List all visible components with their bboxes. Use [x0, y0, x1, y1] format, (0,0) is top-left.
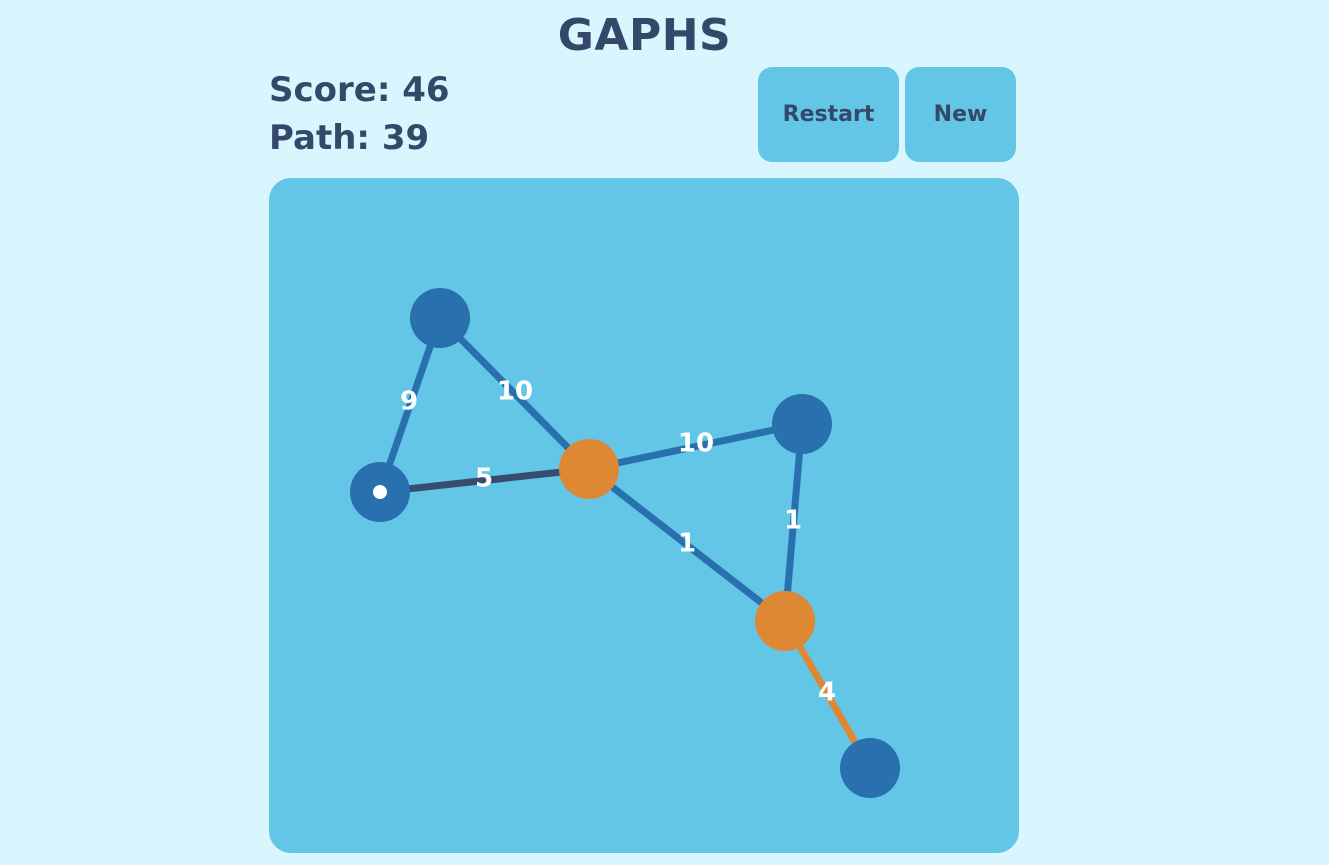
node-circle[interactable] [755, 591, 815, 651]
edge-weight-label: 1 [784, 506, 802, 536]
node-circle[interactable] [772, 394, 832, 454]
edge-weight-label: 4 [818, 678, 836, 708]
graph-node-n4[interactable] [772, 394, 832, 454]
graph-node-n6[interactable] [840, 738, 900, 798]
restart-button[interactable]: Restart [758, 67, 899, 162]
edge-weight-label: 10 [497, 377, 533, 407]
graph-node-n3[interactable] [559, 439, 619, 499]
edge-weight-label: 9 [400, 387, 418, 417]
graph-node-n2[interactable] [350, 462, 410, 522]
graph-node-n5[interactable] [755, 591, 815, 651]
path-display: Path: 39 [269, 118, 430, 158]
game-title: GAPHS [557, 10, 732, 61]
game-board: 9 10 5 10 1 1 4 [269, 178, 1019, 853]
node-circle[interactable] [410, 288, 470, 348]
node-circle[interactable] [840, 738, 900, 798]
edge-weight-label: 1 [678, 529, 696, 559]
score-display: Score: 46 [269, 70, 450, 110]
graph-canvas: 9 10 5 10 1 1 4 [350, 288, 900, 798]
current-position-marker [373, 485, 387, 499]
edge-weight-label: 10 [678, 429, 714, 459]
node-circle[interactable] [559, 439, 619, 499]
new-game-button[interactable]: New [905, 67, 1016, 162]
edge-weight-label: 5 [475, 464, 493, 494]
graph-node-n1[interactable] [410, 288, 470, 348]
